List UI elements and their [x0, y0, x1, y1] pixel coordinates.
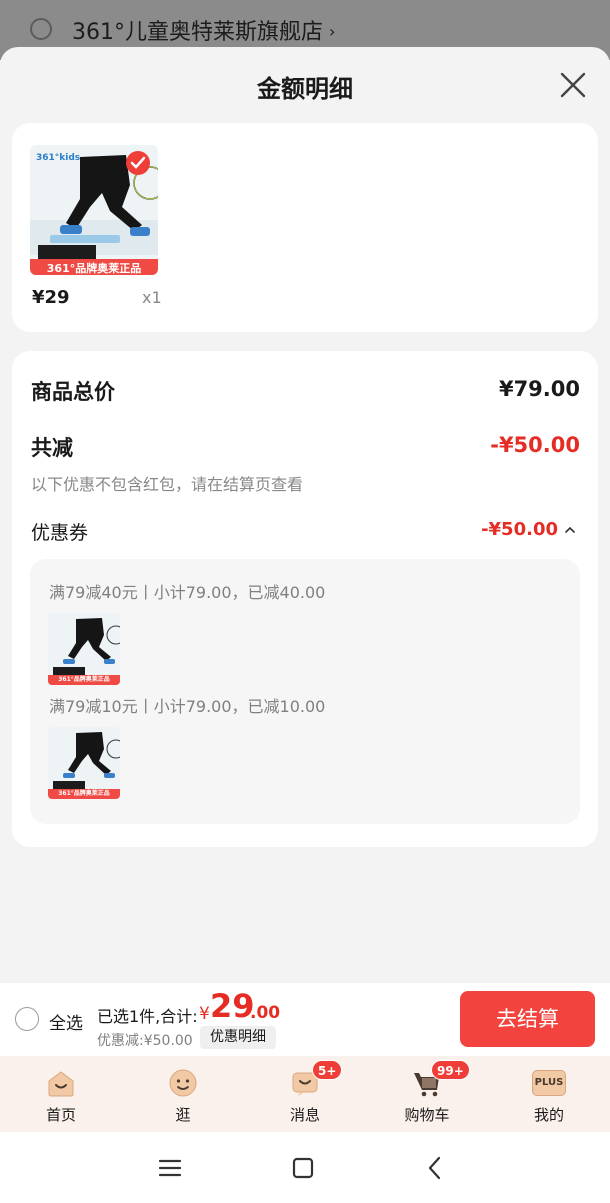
- checkout-bar: 全选 已选1件,合计: ¥ 29 .00 优惠减:¥50.00 优惠明细 去结算: [0, 983, 610, 1056]
- store-name: 361°儿童奥特莱斯旗舰店 ›: [72, 14, 335, 46]
- product-price: ¥29: [32, 287, 70, 308]
- plus-icon: PLUS: [532, 1070, 566, 1096]
- product-banner-text: 361°品牌奥莱正品: [46, 262, 142, 275]
- coupon-product-thumbnail[interactable]: 361°品牌奥莱正品: [48, 727, 120, 799]
- chevron-right-icon: ›: [329, 22, 336, 41]
- close-icon[interactable]: [557, 69, 589, 101]
- cart-badge: 99+: [431, 1060, 470, 1080]
- total-amount-integer: 29: [210, 987, 255, 1025]
- back-icon[interactable]: [421, 1154, 449, 1182]
- total-value: ¥79.00: [498, 377, 580, 401]
- checkout-button[interactable]: 去结算: [460, 991, 595, 1047]
- product-brand-logo: 361°kids: [36, 153, 81, 163]
- tab-cart[interactable]: 99+ 购物车: [377, 1056, 477, 1132]
- plus-icon-text: PLUS: [534, 1077, 564, 1088]
- coupon-thumbnail-banner: 361°品牌奥莱正品: [58, 676, 110, 683]
- product-image[interactable]: 361°kids 361°品牌奥莱正品: [30, 145, 158, 275]
- coupon-product-thumbnail[interactable]: 361°品牌奥莱正品: [48, 613, 120, 685]
- product-card: 361°kids 361°品牌奥莱正品 ¥29 x1: [12, 123, 598, 332]
- tab-messages[interactable]: 5+ 消息: [255, 1056, 355, 1132]
- select-all-radio[interactable]: [15, 1007, 39, 1031]
- tab-label: 逛: [175, 1106, 191, 1124]
- tab-label: 消息: [289, 1106, 320, 1124]
- coupon-toggle[interactable]: -¥50.00: [481, 519, 576, 540]
- tab-label: 首页: [45, 1106, 76, 1124]
- coupon-thumbnail-banner: 361°品牌奥莱正品: [58, 790, 110, 797]
- discount-amount: 优惠减:¥50.00: [97, 1033, 193, 1049]
- sheet-title: 金额明细: [257, 75, 353, 103]
- store-name-text: 361°儿童奥特莱斯旗舰店: [72, 20, 323, 45]
- total-amount-decimal: .00: [250, 1003, 281, 1023]
- discount-note: 以下优惠不包含红包，请在结算页查看: [31, 475, 304, 494]
- tab-label: 购物车: [404, 1106, 450, 1124]
- reduce-value: -¥50.00: [490, 433, 580, 457]
- price-summary-card: 商品总价 ¥79.00 共减 -¥50.00 以下优惠不包含红包，请在结算页查看…: [12, 351, 598, 847]
- system-navigation-bar: [0, 1132, 610, 1203]
- select-all-label[interactable]: 全选: [49, 1009, 83, 1034]
- menu-icon[interactable]: [156, 1154, 184, 1182]
- chevron-up-icon: [565, 526, 575, 533]
- coupon-value: -¥50.00: [481, 519, 558, 540]
- total-label: 商品总价: [31, 380, 115, 404]
- tab-browse[interactable]: 逛: [133, 1056, 233, 1132]
- product-quantity: x1: [142, 288, 162, 307]
- square-icon[interactable]: [289, 1154, 317, 1182]
- tab-mine[interactable]: PLUS 我的: [499, 1056, 599, 1132]
- amount-detail-sheet: 金额明细 361°kids 361°品牌奥莱正品 ¥29 x1 商品总价 ¥79…: [0, 47, 610, 983]
- bottom-tab-bar: 首页 逛 5+ 消息 99+ 购物车 PLUS 我的: [0, 1056, 610, 1132]
- tab-home[interactable]: 首页: [11, 1056, 111, 1132]
- coupon-line: 满79减40元丨小计79.00，已减40.00: [49, 583, 326, 602]
- selected-summary: 已选1件,合计:: [97, 1007, 198, 1026]
- tab-label: 我的: [533, 1106, 564, 1124]
- coupon-label: 优惠券: [31, 522, 89, 544]
- coupon-detail-box: 满79减40元丨小计79.00，已减40.00 361°品牌奥莱正品 满79减1…: [30, 559, 580, 824]
- discount-detail-button[interactable]: 优惠明细: [200, 1026, 276, 1049]
- total-currency: ¥: [199, 1004, 210, 1024]
- message-badge: 5+: [312, 1060, 343, 1080]
- coupon-line: 满79减10元丨小计79.00，已减10.00: [49, 697, 326, 716]
- home-icon: [48, 1071, 74, 1097]
- reduce-label: 共减: [31, 436, 73, 460]
- store-select-radio: [30, 18, 52, 40]
- face-icon: [169, 1069, 197, 1097]
